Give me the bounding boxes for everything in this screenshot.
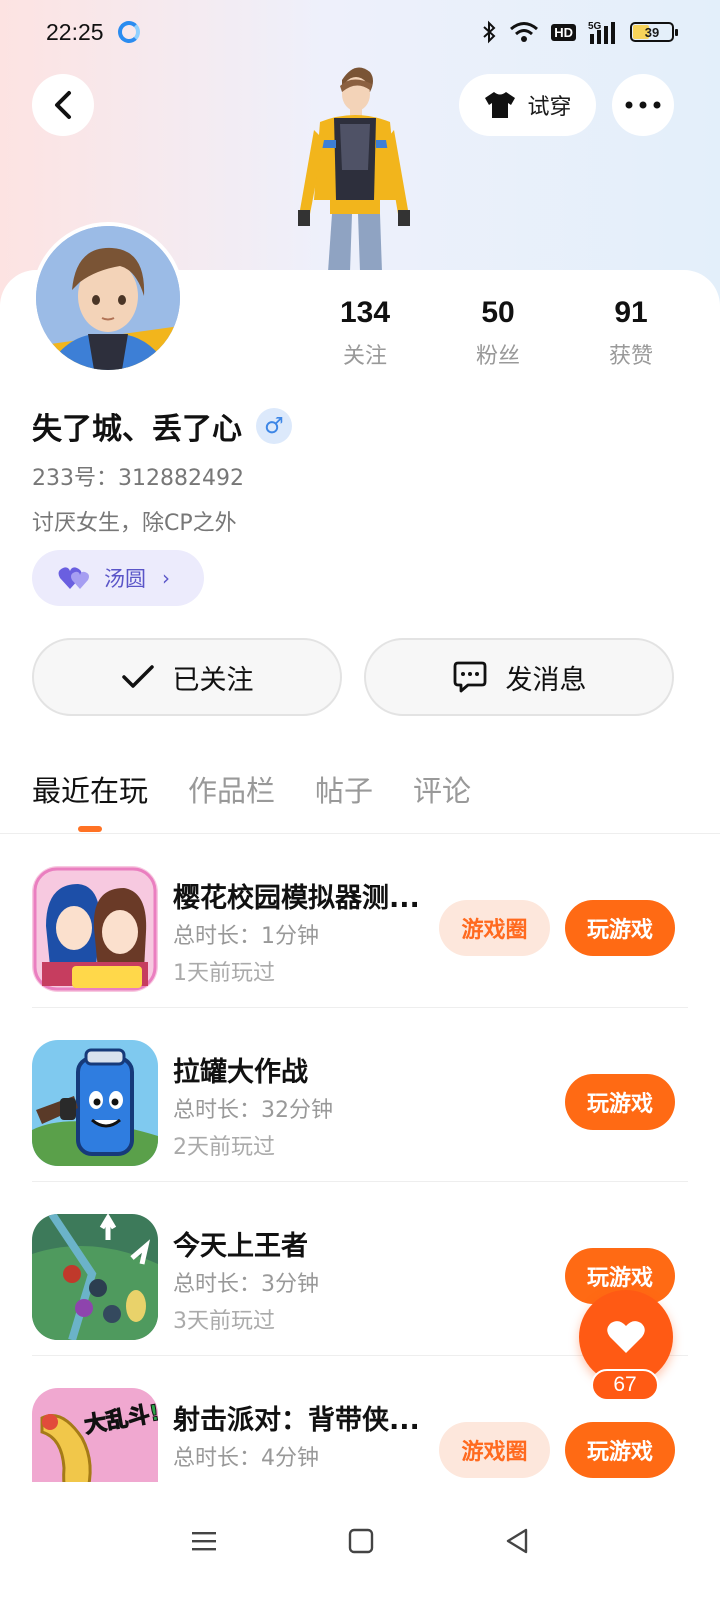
status-bar: 22:25 HD 5G 39 <box>0 0 720 64</box>
back-button[interactable] <box>32 74 94 136</box>
avatar[interactable] <box>32 222 184 374</box>
game-icon-can-battle <box>32 1040 158 1166</box>
signal-icon: 5G <box>588 21 615 44</box>
chat-bubble-icon <box>453 661 486 693</box>
male-gender-icon: ♂ <box>256 408 292 444</box>
game-duration: 总时长：1分钟 <box>173 924 319 949</box>
tab-comments[interactable]: 评论 <box>413 768 471 810</box>
try-on-button[interactable]: 试穿 <box>459 74 596 136</box>
game-duration: 总时长：32分钟 <box>173 1098 333 1123</box>
user-bio: 讨厌女生，除CP之外 <box>32 511 237 536</box>
profile-tabs: 最近在玩 作品栏 帖子 评论 <box>32 768 471 810</box>
play-game-button[interactable]: 玩游戏 <box>565 1074 675 1130</box>
notification-app-icon <box>117 21 140 43</box>
status-time: 22:25 <box>46 18 104 45</box>
game-last-played: 3天前玩过 <box>173 1309 275 1334</box>
tab-works[interactable]: 作品栏 <box>188 768 275 810</box>
status-icons: HD 5G 39 <box>481 20 678 44</box>
stat-followers[interactable]: 50 粉丝 <box>438 296 558 370</box>
tab-recently-played[interactable]: 最近在玩 <box>32 768 148 810</box>
game-circle-button[interactable]: 游戏圈 <box>439 900 550 956</box>
user-name: 失了城、丢了心 <box>32 412 242 447</box>
stat-label: 关注 <box>342 344 387 369</box>
stat-value: 50 <box>481 296 515 329</box>
like-count-badge: 67 <box>591 1369 659 1401</box>
avatar-character-figure <box>298 67 410 272</box>
wifi-icon <box>510 22 539 42</box>
more-dots-icon <box>625 101 661 109</box>
game-icon-king <box>32 1214 158 1340</box>
heart-icon <box>607 1321 645 1353</box>
play-game-button[interactable]: 玩游戏 <box>565 1422 675 1478</box>
game-circle-button[interactable]: 游戏圈 <box>439 1422 550 1478</box>
battery-icon: 39 <box>630 22 678 42</box>
name-row: 失了城、丢了心 ♂ <box>32 404 292 448</box>
send-message-button[interactable]: 发消息 <box>364 638 674 716</box>
system-navigation-bar <box>0 1482 720 1600</box>
back-triangle-icon[interactable] <box>504 1527 530 1555</box>
try-on-label: 试穿 <box>527 95 572 120</box>
pet-chip[interactable]: 汤圆 › <box>32 550 204 606</box>
stat-value: 134 <box>339 296 391 329</box>
more-button[interactable] <box>612 74 674 136</box>
user-id: 233号：312882492 <box>32 466 244 491</box>
list-item[interactable]: 拉罐大作战 总时长：32分钟 2天前玩过 玩游戏 <box>32 1008 688 1182</box>
game-title: 樱花校园模拟器测... <box>173 883 420 914</box>
hd-icon: HD <box>551 23 576 41</box>
avatar-portrait <box>36 226 180 370</box>
double-heart-icon <box>58 567 89 589</box>
chevron-right-icon: › <box>162 566 170 590</box>
home-icon[interactable] <box>348 1528 374 1554</box>
game-title: 拉罐大作战 <box>173 1057 308 1088</box>
active-tab-indicator <box>78 826 102 832</box>
checkmark-icon <box>121 665 154 688</box>
menu-icon[interactable] <box>190 1529 218 1553</box>
bluetooth-icon <box>483 20 496 44</box>
game-duration: 总时长：4分钟 <box>173 1446 319 1471</box>
list-item[interactable]: 樱花校园模拟器测... 总时长：1分钟 1天前玩过 游戏圈 玩游戏 <box>32 834 688 1008</box>
stat-following[interactable]: 134 关注 <box>305 296 425 370</box>
game-title: 射击派对：背带侠... <box>173 1405 420 1436</box>
game-icon-sakura-school <box>32 866 158 992</box>
game-last-played: 1天前玩过 <box>173 961 275 986</box>
stat-label: 获赞 <box>608 344 653 369</box>
send-message-label: 发消息 <box>505 664 587 696</box>
game-last-played: 2天前玩过 <box>173 1135 275 1160</box>
followed-label: 已关注 <box>172 664 254 696</box>
stat-label: 粉丝 <box>475 344 520 369</box>
game-title: 今天上王者 <box>173 1231 308 1262</box>
battery-level: 39 <box>644 24 660 40</box>
stat-likes[interactable]: 91 获赞 <box>571 296 691 370</box>
play-game-button[interactable]: 玩游戏 <box>565 900 675 956</box>
pet-chip-label: 汤圆 <box>104 567 146 591</box>
back-arrow-icon <box>55 91 71 119</box>
stat-value: 91 <box>614 296 648 329</box>
game-duration: 总时长：3分钟 <box>173 1272 319 1297</box>
followed-button[interactable]: 已关注 <box>32 638 342 716</box>
tab-posts[interactable]: 帖子 <box>315 768 373 810</box>
tshirt-icon <box>485 92 516 118</box>
